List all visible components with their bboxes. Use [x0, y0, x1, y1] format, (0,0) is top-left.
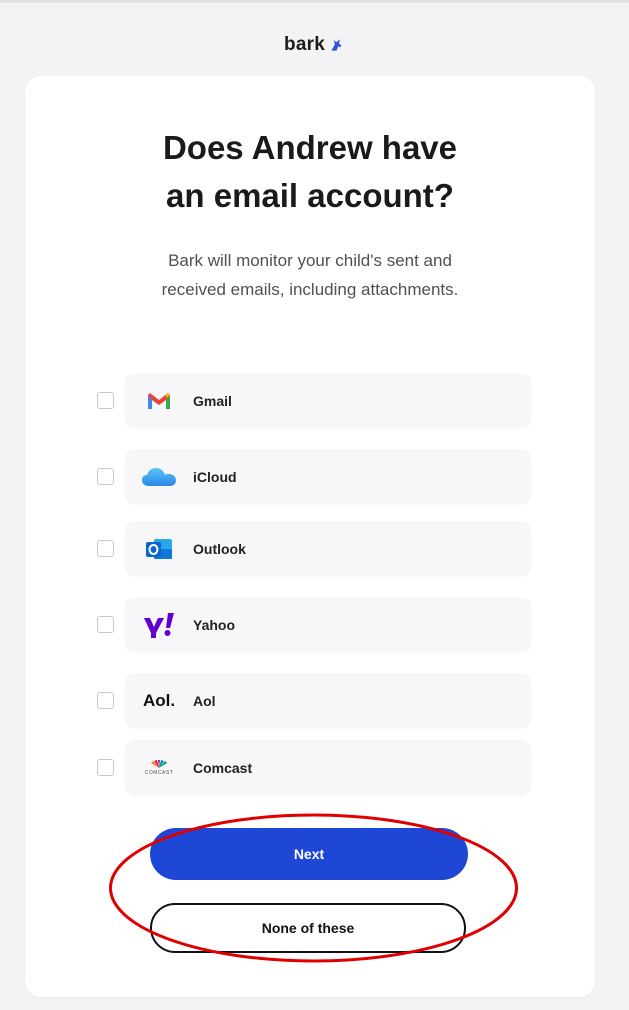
aol-checkbox[interactable] [97, 692, 114, 709]
option-yahoo[interactable]: Yahoo [87, 597, 531, 652]
outlook-checkbox[interactable] [97, 540, 114, 557]
option-label: Aol [193, 692, 216, 709]
none-of-these-button[interactable]: None of these [150, 903, 466, 953]
email-account-card: Does Andrew have an email account? Bark … [25, 76, 595, 997]
option-aol-pill[interactable]: Aol. Aol [125, 673, 531, 728]
comcast-icon: COMCAST [139, 753, 179, 783]
option-aol[interactable]: Aol. Aol [87, 673, 531, 728]
bark-logo: bark [0, 30, 629, 60]
option-comcast-pill[interactable]: COMCAST Comcast [125, 740, 531, 795]
option-yahoo-pill[interactable]: Yahoo [125, 597, 531, 652]
option-label: Yahoo [193, 616, 236, 633]
option-outlook[interactable]: Outlook [87, 521, 531, 576]
option-icloud-pill[interactable]: iCloud [125, 449, 531, 504]
yahoo-icon [139, 610, 179, 640]
option-label: Comcast [193, 759, 253, 776]
option-outlook-pill[interactable]: Outlook [125, 521, 531, 576]
icloud-checkbox[interactable] [97, 468, 114, 485]
option-label: iCloud [193, 468, 237, 485]
gmail-checkbox[interactable] [97, 392, 114, 409]
aol-icon: Aol. [142, 690, 176, 710]
icloud-icon [139, 462, 179, 492]
comcast-checkbox[interactable] [97, 759, 114, 776]
option-gmail[interactable]: Gmail [87, 373, 531, 428]
yahoo-checkbox[interactable] [97, 616, 114, 633]
next-button[interactable]: Next [150, 828, 468, 880]
option-comcast[interactable]: COMCAST Comcast [87, 740, 531, 795]
top-bar [0, 0, 629, 3]
gmail-icon [139, 386, 179, 416]
brand-name: bark [284, 34, 325, 55]
option-gmail-pill[interactable]: Gmail [125, 373, 531, 428]
option-label: Outlook [193, 540, 246, 557]
option-icloud[interactable]: iCloud [87, 449, 531, 504]
page-title: Does Andrew have an email account? [162, 129, 458, 214]
bark-dog-icon [331, 39, 342, 51]
option-label: Gmail [193, 392, 232, 409]
outlook-icon [139, 534, 179, 564]
page-subtitle: Bark will monitor your child's sent and … [161, 251, 459, 299]
